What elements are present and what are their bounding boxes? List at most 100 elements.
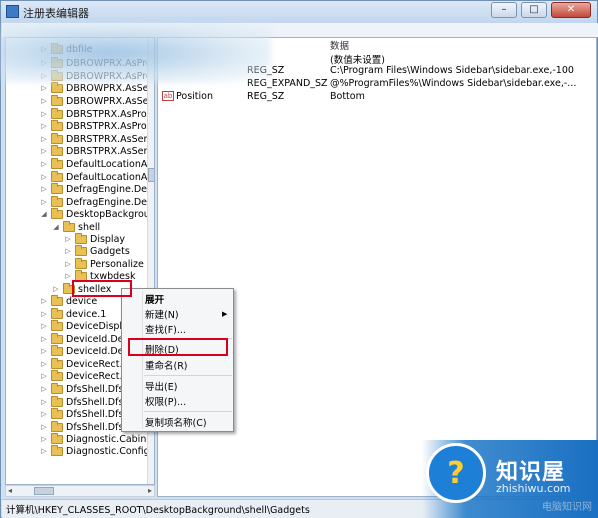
tree-item-label: DBRSTPRX.AsServer.1 <box>66 145 154 157</box>
menu-separator <box>144 411 232 412</box>
tree-item[interactable]: ▷ Display <box>64 232 125 245</box>
collapsed-arrow-icon[interactable]: ▷ <box>40 360 48 368</box>
context-menu-item[interactable]: 展开 <box>145 292 164 306</box>
collapsed-arrow-icon[interactable]: ▷ <box>40 110 48 118</box>
collapsed-arrow-icon[interactable]: ▷ <box>40 447 48 455</box>
collapsed-arrow-icon[interactable]: ▷ <box>64 260 72 268</box>
context-menu-item[interactable]: 导出(E) <box>145 379 177 393</box>
context-menu-item[interactable]: 重命名(R) <box>145 358 188 372</box>
tree-horizontal-scrollbar[interactable]: ◂ ▸ <box>5 485 155 497</box>
tree-item-label: DefaultLocationApi.1 <box>66 171 154 183</box>
tree-item-label: DefragEngine.DefragEngine <box>66 183 154 195</box>
collapsed-arrow-icon[interactable]: ▷ <box>40 322 48 330</box>
folder-icon <box>75 244 87 256</box>
context-menu: 展开 新建(N) ▶ 查找(F)... 删除(D) 重命名(R) 导出(E) 权限(P)...… <box>121 288 234 432</box>
collapsed-arrow-icon[interactable]: ▷ <box>40 160 48 168</box>
horizontal-scroll-thumb[interactable] <box>34 487 54 495</box>
collapsed-arrow-icon[interactable]: ▷ <box>40 372 48 380</box>
tree-item[interactable]: ▷ DBRSTPRX.AsServer <box>40 132 155 145</box>
tree-item-label: DefragEngine.DefragEngine.1 <box>66 196 154 208</box>
tree-item-label: device.1 <box>66 308 107 320</box>
tree-scroll-thumb[interactable] <box>148 168 154 182</box>
collapsed-arrow-icon[interactable]: ▷ <box>64 247 72 255</box>
collapsed-arrow-icon[interactable]: ▷ <box>40 173 48 181</box>
window-controls: – □ ✕ <box>491 2 591 18</box>
tree-item[interactable]: ◢ shell <box>52 220 101 233</box>
context-menu-item[interactable]: 复制项名称(C) <box>145 415 207 429</box>
tree-item[interactable]: ▷ Gadgets <box>64 244 130 257</box>
tree-item-label: DBRSTPRX.AsServer <box>66 133 155 145</box>
collapsed-arrow-icon[interactable]: ▷ <box>40 297 48 305</box>
tree-item-label: DesktopBackground <box>66 208 155 220</box>
tree-item-label: Diagnostic.Config <box>66 445 150 457</box>
maximize-button[interactable]: □ <box>521 2 547 18</box>
title-bar[interactable]: 注册表编辑器 – □ ✕ <box>1 1 597 23</box>
context-menu-item[interactable]: 查找(F)... <box>145 322 186 336</box>
submenu-arrow-icon: ▶ <box>222 310 228 318</box>
tree-item-label: shell <box>78 221 101 233</box>
tree-item[interactable]: ▷ Diagnostic.Cabinet <box>40 432 154 445</box>
gadgets-highlight-box <box>72 280 132 297</box>
collapsed-arrow-icon[interactable]: ▷ <box>64 235 72 243</box>
folder-icon <box>51 132 63 144</box>
collapsed-arrow-icon[interactable]: ▷ <box>40 122 48 130</box>
tree-item[interactable]: ▷ DefaultLocationApi.1 <box>40 170 154 183</box>
close-button[interactable]: ✕ <box>551 2 591 18</box>
tree-item[interactable]: ▷ Diagnostic.Config <box>40 444 150 457</box>
collapsed-arrow-icon[interactable]: ▷ <box>40 135 48 143</box>
collapsed-arrow-icon[interactable]: ▷ <box>40 423 48 431</box>
tree-item[interactable]: ▷ device.1 <box>40 307 107 320</box>
context-menu-item[interactable]: 新建(N) <box>145 307 179 321</box>
tree-item[interactable]: ◢ DesktopBackground <box>40 207 155 220</box>
collapsed-arrow-icon[interactable]: ▷ <box>40 435 48 443</box>
scroll-left-arrow-icon[interactable]: ◂ <box>8 486 12 495</box>
folder-icon <box>51 332 63 344</box>
context-menu-item[interactable]: 权限(P)... <box>145 394 186 408</box>
regedit-icon <box>6 5 19 18</box>
tree-item[interactable]: ▷ DefragEngine.DefragEngine <box>40 182 154 195</box>
tree-item[interactable]: ▷ DBRSTPRX.AsServer.1 <box>40 144 154 157</box>
tree-item[interactable]: ▷ DBROWPRX.AsServer.1 <box>40 94 154 107</box>
collapsed-arrow-icon[interactable]: ▷ <box>40 185 48 193</box>
collapsed-arrow-icon[interactable]: ▷ <box>40 347 48 355</box>
tree-item-label: DBROWPRX.AsServer.1 <box>66 95 154 107</box>
collapsed-arrow-icon[interactable]: ▷ <box>40 385 48 393</box>
value-type: REG_SZ <box>247 91 285 102</box>
expanded-arrow-icon[interactable]: ◢ <box>52 223 60 231</box>
folder-icon <box>51 207 63 219</box>
collapsed-arrow-icon[interactable]: ▷ <box>52 285 60 293</box>
tree-item-label: device <box>66 295 98 307</box>
folder-icon <box>51 170 63 182</box>
value-row[interactable]: ab Position REG_SZ Bottom <box>158 91 596 103</box>
folder-icon <box>51 319 63 331</box>
collapsed-arrow-icon[interactable]: ▷ <box>40 198 48 206</box>
tree-item[interactable]: ▷ DBRSTPRX.AsProxy <box>40 107 154 120</box>
column-header-data[interactable]: 数据 <box>330 38 349 52</box>
collapsed-arrow-icon[interactable]: ▷ <box>40 410 48 418</box>
value-name: Position <box>176 91 213 102</box>
collapsed-arrow-icon[interactable]: ▷ <box>64 272 72 280</box>
scroll-right-arrow-icon[interactable]: ▸ <box>148 486 152 495</box>
expanded-arrow-icon[interactable]: ◢ <box>40 210 48 218</box>
tree-item[interactable]: ▷ DBROWPRX.AsServer <box>40 81 154 94</box>
logo-url: zhishiwu.com <box>496 482 571 495</box>
collapsed-arrow-icon[interactable]: ▷ <box>40 398 48 406</box>
tree-item[interactable]: ▷ DefaultLocationApi <box>40 157 154 170</box>
tree-item[interactable]: ▷ Personalize <box>64 257 144 270</box>
folder-icon <box>51 157 63 169</box>
folder-icon <box>51 182 63 194</box>
tree-item[interactable]: ▷ DefragEngine.DefragEngine.1 <box>40 195 154 208</box>
tree-item-label: Gadgets <box>90 245 130 257</box>
value-data: C:\Program Files\Windows Sidebar\sidebar… <box>330 65 574 76</box>
logo-fade-text: 电脑知识网 <box>542 502 592 513</box>
collapsed-arrow-icon[interactable]: ▷ <box>40 97 48 105</box>
minimize-button[interactable]: – <box>491 2 517 18</box>
collapsed-arrow-icon[interactable]: ▷ <box>40 84 48 92</box>
folder-icon <box>51 432 63 444</box>
folder-icon <box>51 294 63 306</box>
tree-item[interactable]: ▷ DBRSTPRX.AsProxy.1 <box>40 119 154 132</box>
collapsed-arrow-icon[interactable]: ▷ <box>40 310 48 318</box>
collapsed-arrow-icon[interactable]: ▷ <box>40 335 48 343</box>
collapsed-arrow-icon[interactable]: ▷ <box>40 147 48 155</box>
value-data: Bottom <box>330 91 365 102</box>
